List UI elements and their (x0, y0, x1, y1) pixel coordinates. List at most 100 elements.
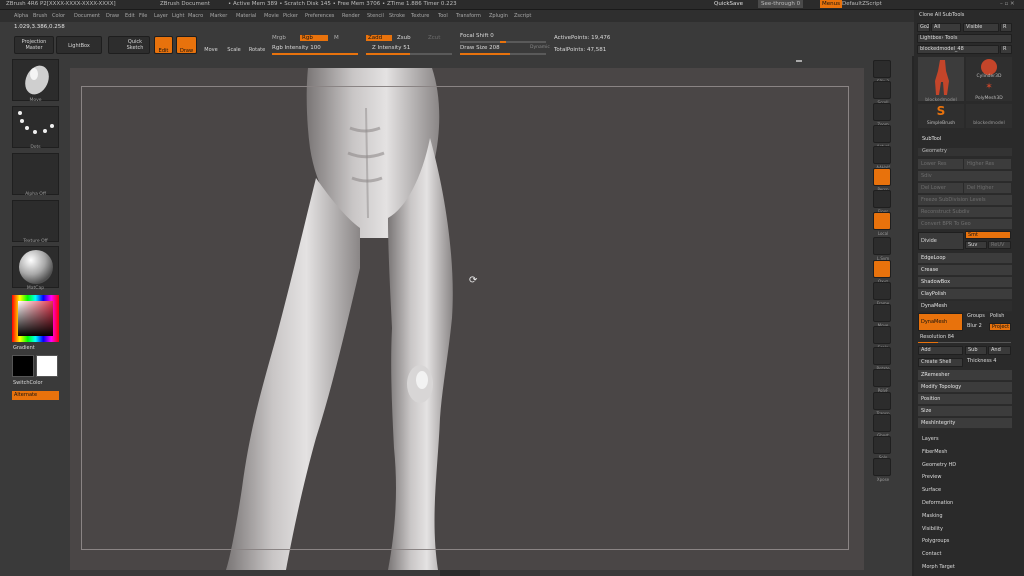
menu-stencil[interactable]: Stencil (367, 13, 384, 19)
goz-button[interactable]: GoZ (917, 23, 930, 32)
geometry-higher-res-button[interactable]: Higher Res (964, 159, 1011, 170)
reuv-button[interactable]: ReUV (988, 241, 1011, 249)
dynamic-button[interactable]: Dynamic (530, 45, 550, 50)
geometry-reconstruct-subdiv-button[interactable]: Reconstruct Subdiv (918, 207, 1012, 218)
rgb-intensity-slider[interactable]: Rgb Intensity 100 (272, 45, 321, 51)
goz-visible-button[interactable]: Visible (963, 23, 999, 32)
menus-button[interactable]: Menus (820, 0, 842, 8)
window-controls[interactable]: – ▫ ✕ (1000, 1, 1015, 7)
main-color-swatch[interactable] (12, 355, 34, 377)
blur-slider[interactable]: Blur 2 (965, 323, 988, 331)
menu-light[interactable]: Light (172, 13, 184, 19)
geometry-convert-bpr-to-geo-button[interactable]: Convert BPR To Geo (918, 219, 1012, 230)
scale-icon[interactable] (873, 326, 891, 344)
goz-r-button[interactable]: R (1000, 23, 1012, 32)
l-sym-icon[interactable] (873, 237, 891, 255)
current-tool-slider[interactable]: blockedmodel_48 (917, 45, 999, 54)
create-shell-button[interactable]: Create Shell (918, 358, 963, 367)
edit-button[interactable]: Edit (154, 36, 173, 54)
geometry-freeze-subdivision-levels-button[interactable]: Freeze SubDivision Levels (918, 195, 1012, 206)
polish-toggle[interactable]: Polish (988, 313, 1011, 321)
menu-picker[interactable]: Picker (283, 13, 298, 19)
menu-texture[interactable]: Texture (411, 13, 429, 19)
m-button[interactable]: M (334, 35, 339, 41)
menu-edit[interactable]: Edit (125, 13, 135, 19)
crease-menu[interactable]: Crease (918, 265, 1012, 276)
deformation-menu[interactable]: Deformation (922, 500, 953, 506)
edgeloop-menu[interactable]: EdgeLoop (918, 253, 1012, 264)
menu-preferences[interactable]: Preferences (305, 13, 334, 19)
zoom-icon[interactable] (873, 103, 891, 121)
morph-target-menu[interactable]: Morph Target (922, 564, 955, 570)
gradient-toggle[interactable]: Gradient (13, 345, 35, 351)
tool-thumb-blockedmodel[interactable] (918, 57, 964, 101)
suv-toggle[interactable]: Suv (965, 241, 987, 249)
goz-all-button[interactable]: All (931, 23, 961, 32)
menu-zscript[interactable]: Zscript (514, 13, 531, 19)
geometry-lower-res-button[interactable]: Lower Res (918, 159, 963, 170)
menu-draw[interactable]: Draw (106, 13, 119, 19)
geometry-hd-menu[interactable]: Geometry HD (922, 462, 956, 468)
color-picker[interactable] (12, 295, 59, 342)
ghost-icon[interactable] (873, 414, 891, 432)
stroke-thumbnail[interactable] (12, 106, 59, 148)
local-icon[interactable] (873, 212, 891, 230)
dynamesh-button[interactable]: DynaMesh (918, 313, 963, 331)
layers-menu[interactable]: Layers (922, 436, 939, 442)
menu-alpha[interactable]: Alpha (14, 13, 28, 19)
spix-3-icon[interactable] (873, 60, 891, 78)
groups-toggle[interactable]: Groups (965, 313, 988, 321)
and-button[interactable]: And (988, 346, 1011, 355)
geometry-menu-header[interactable]: Geometry (918, 148, 1012, 156)
tool-thumb-cylinder3d[interactable] (966, 57, 1012, 101)
menu-transform[interactable]: Transform (456, 13, 481, 19)
persp-icon[interactable] (873, 168, 891, 186)
frame-icon[interactable] (873, 282, 891, 300)
visibility-menu[interactable]: Visibility (922, 526, 943, 532)
smt-toggle[interactable]: Smt (965, 231, 1011, 239)
meshintegrity-menu[interactable]: MeshIntegrity (918, 418, 1012, 429)
solo-icon[interactable] (873, 436, 891, 454)
rgb-button[interactable]: Rgb (300, 35, 328, 41)
surface-menu[interactable]: Surface (922, 487, 941, 493)
masking-menu[interactable]: Masking (922, 513, 943, 519)
scroll-icon[interactable] (873, 81, 891, 99)
zadd-button[interactable]: Zadd (366, 35, 392, 41)
focal-shift-slider[interactable]: Focal Shift 0 (460, 33, 494, 39)
clone-all-subtools-button[interactable]: Clone All SubTools (917, 12, 1013, 21)
quicksave-button[interactable]: QuickSave (714, 1, 743, 7)
menu-marker[interactable]: Marker (210, 13, 227, 19)
position-menu[interactable]: Position (918, 394, 1012, 405)
menu-stroke[interactable]: Stroke (389, 13, 405, 19)
fibermesh-menu[interactable]: FiberMesh (922, 449, 947, 455)
material-thumbnail[interactable] (12, 246, 59, 288)
menu-macro[interactable]: Macro (188, 13, 203, 19)
size-menu[interactable]: Size (918, 406, 1012, 417)
move-button[interactable]: Move (201, 36, 221, 54)
aahalf-icon[interactable] (873, 146, 891, 164)
scale-button[interactable]: Scale (224, 36, 244, 54)
menu-file[interactable]: File (139, 13, 147, 19)
polyf-icon[interactable] (873, 369, 891, 387)
zsub-button[interactable]: Zsub (397, 35, 411, 41)
move-icon[interactable] (873, 304, 891, 322)
menu-color[interactable]: Color (52, 13, 65, 19)
bottom-tray-handle[interactable] (440, 570, 480, 576)
menu-material[interactable]: Material (236, 13, 256, 19)
subtool-menu[interactable]: SubTool (922, 136, 941, 142)
z-intensity-slider[interactable]: Z Intensity 51 (372, 45, 410, 51)
add-button[interactable]: Add (918, 346, 963, 355)
shadowbox-menu[interactable]: ShadowBox (918, 277, 1012, 288)
thickness-slider[interactable]: Thickness 4 (965, 358, 1011, 367)
sub-button[interactable]: Sub (965, 346, 987, 355)
menu-movie[interactable]: Movie (264, 13, 279, 19)
geometry-del-lower-button[interactable]: Del Lower (918, 183, 963, 194)
draw-size-slider[interactable]: Draw Size 208 (460, 45, 500, 51)
modify-topology-menu[interactable]: Modify Topology (918, 382, 1012, 393)
claypolish-menu[interactable]: ClayPolish (918, 289, 1012, 300)
current-tool-r-button[interactable]: R (1000, 45, 1012, 54)
canvas-collapse-handle[interactable] (796, 60, 802, 62)
menu-zplugin[interactable]: Zplugin (489, 13, 508, 19)
see-through-slider[interactable]: See-through 0 (758, 0, 804, 8)
projection-master-button[interactable]: Projection Master (14, 36, 54, 54)
